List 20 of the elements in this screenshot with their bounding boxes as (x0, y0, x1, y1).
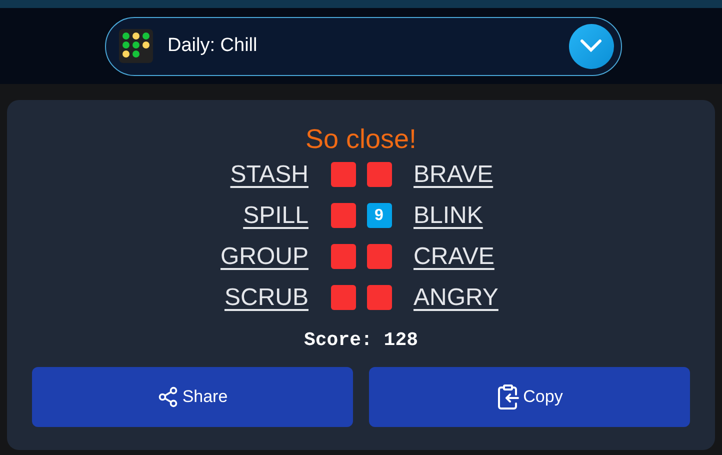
word-link[interactable]: BRAVE (414, 156, 524, 192)
word-link[interactable]: GROUP (198, 238, 308, 274)
chevron-down-icon (580, 39, 602, 53)
hit-badge: 9 (366, 203, 392, 228)
share-button[interactable]: Share (32, 366, 353, 426)
result-title: So close! (305, 123, 417, 156)
clipboard-icon (496, 384, 520, 410)
word-link[interactable]: CRAVE (414, 238, 524, 274)
dots-grid-icon (118, 29, 152, 63)
word-link[interactable]: SCRUB (198, 280, 308, 316)
word-link[interactable]: ANGRY (414, 280, 524, 316)
word-link[interactable]: SPILL (198, 198, 308, 234)
share-icon (157, 386, 180, 408)
score-text: Score: 128 (304, 328, 418, 353)
word-link[interactable]: STASH (198, 156, 308, 192)
dropdown-button[interactable] (568, 24, 614, 68)
copy-button[interactable]: Copy (369, 366, 690, 426)
word-link[interactable]: BLINK (414, 198, 524, 234)
game-title: Daily: Chill (168, 34, 258, 58)
game-selector[interactable]: Daily: Chill (104, 16, 622, 76)
